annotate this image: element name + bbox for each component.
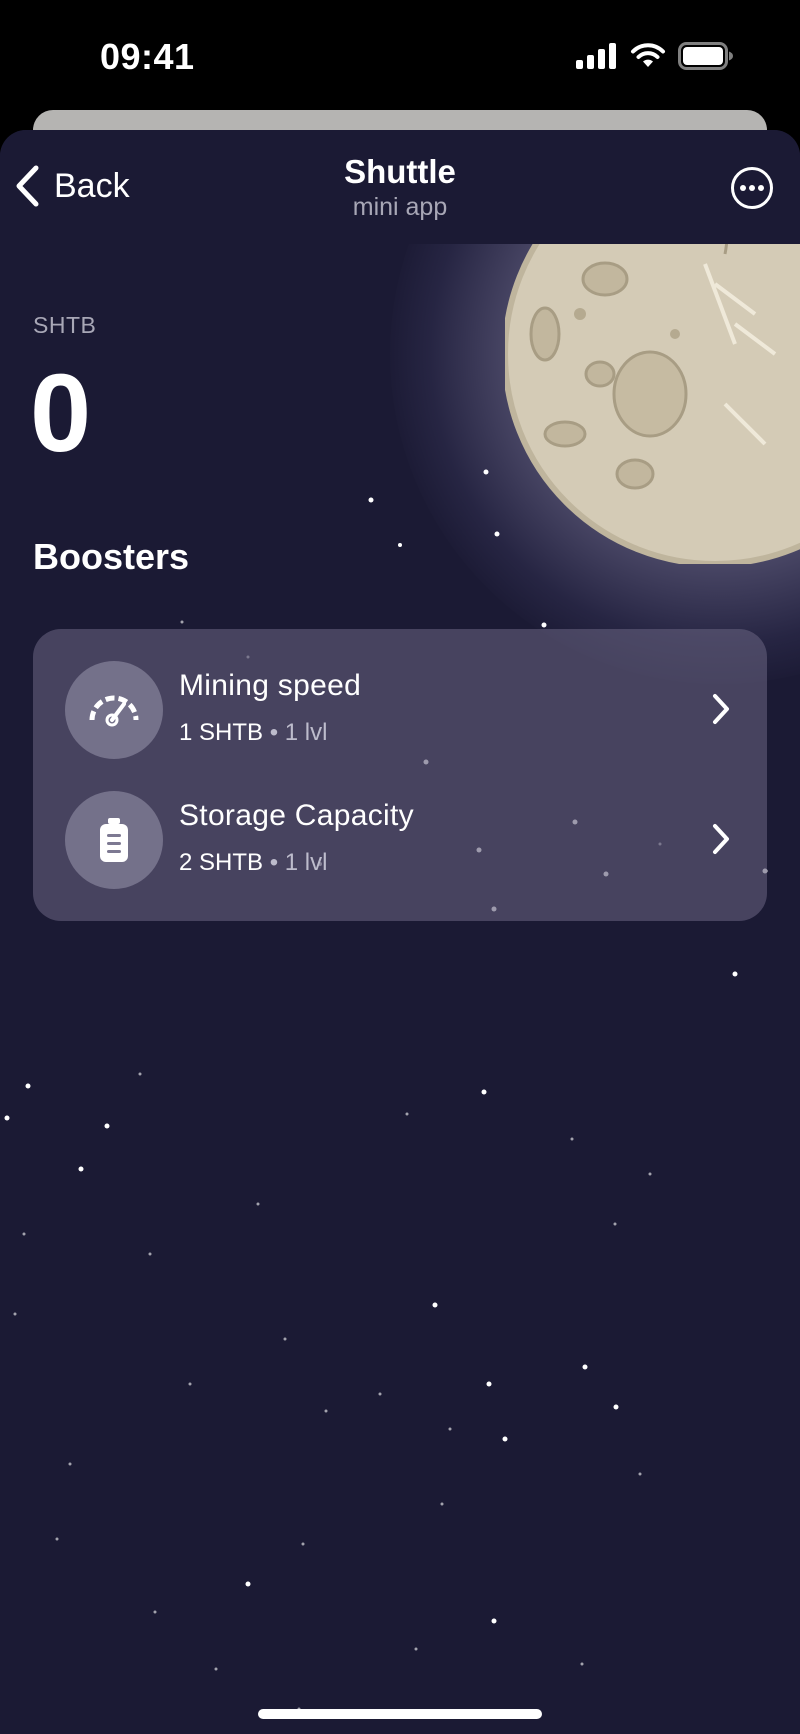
balance-amount: 0	[30, 352, 92, 475]
boosters-card: Mining speed 1 SHTB • 1 lvl Storage Capa…	[33, 629, 767, 921]
booster-separator: •	[269, 849, 279, 876]
battery-icon	[100, 818, 128, 862]
wifi-icon	[631, 43, 665, 67]
more-options-button[interactable]	[730, 166, 774, 210]
booster-level: 1 lvl	[284, 849, 328, 876]
app-title: Shuttle	[344, 153, 456, 190]
booster-price: 2 SHTB	[179, 849, 264, 876]
booster-icon-container	[65, 791, 163, 889]
nav-bar: Back Shuttle mini app	[0, 130, 800, 244]
booster-row-mining-speed[interactable]: Mining speed 1 SHTB • 1 lvl	[33, 645, 767, 775]
mini-app-sheet: Back Shuttle mini app SHTB 0 Boosters Mi…	[0, 130, 800, 1734]
booster-separator: •	[269, 719, 279, 746]
speedometer-icon	[89, 695, 139, 727]
status-bar: 09:41	[0, 0, 800, 110]
starfield	[4, 469, 768, 1711]
status-icons	[576, 42, 734, 70]
booster-details: 2 SHTB • 1 lvl	[179, 849, 327, 877]
home-indicator[interactable]	[258, 1709, 542, 1719]
content-area: SHTB 0 Boosters Mining speed 1 SHTB • 1 …	[0, 244, 800, 1734]
booster-row-storage-capacity[interactable]: Storage Capacity 2 SHTB • 1 lvl	[33, 775, 767, 905]
status-time: 09:41	[100, 36, 195, 77]
booster-level: 1 lvl	[284, 719, 328, 746]
cellular-signal-icon	[576, 43, 616, 69]
booster-price: 1 SHTB	[179, 719, 264, 746]
booster-icon-container	[65, 661, 163, 759]
booster-details: 1 SHTB • 1 lvl	[179, 719, 327, 747]
booster-name: Mining speed	[179, 669, 362, 702]
balance-currency-label: SHTB	[33, 312, 97, 338]
chevron-right-icon	[713, 824, 729, 854]
boosters-heading: Boosters	[33, 536, 190, 577]
app-subtitle: mini app	[352, 193, 448, 221]
chevron-right-icon	[713, 694, 729, 724]
screen: 09:41 Back Shuttle mini app SHTB 0 Boost…	[0, 0, 800, 1734]
nav-title-group: Shuttle mini app	[0, 152, 800, 222]
battery-status-icon	[678, 42, 733, 70]
booster-name: Storage Capacity	[179, 799, 414, 832]
